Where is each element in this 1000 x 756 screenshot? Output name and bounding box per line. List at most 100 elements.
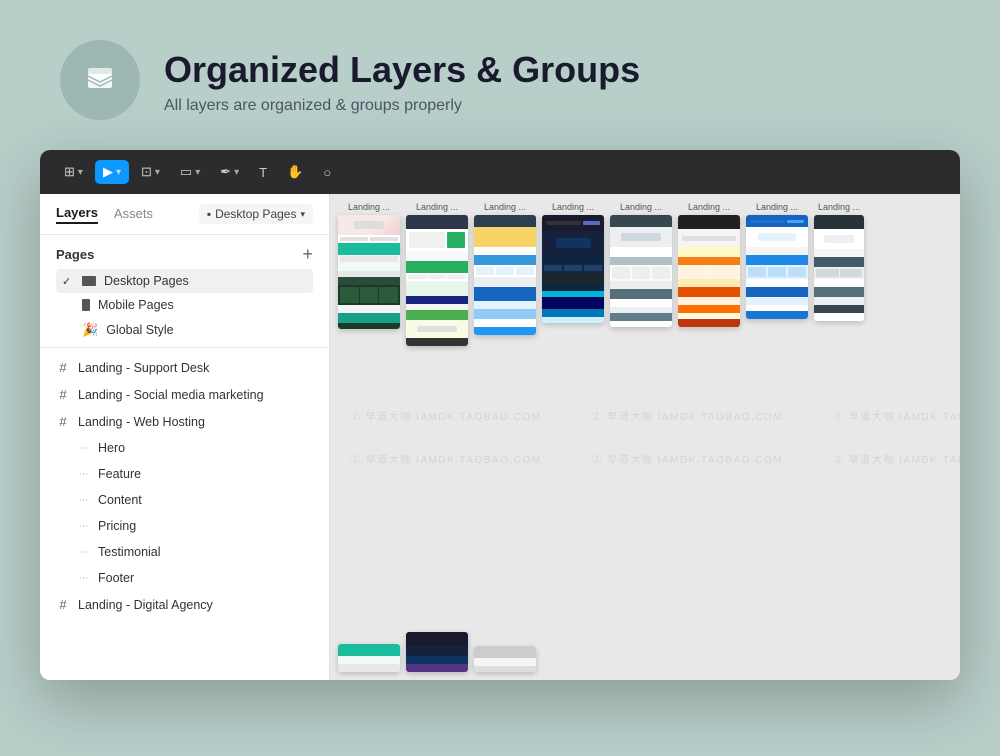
layer-feature-label: Feature	[98, 467, 141, 481]
layer-hero-label: Hero	[98, 441, 125, 455]
layer-social-media-label: Landing - Social media marketing	[78, 388, 264, 402]
thumb-label-2: Landing ...	[416, 202, 458, 212]
thumb-label-8: Landing ...	[818, 202, 860, 212]
page-item-mobile-label: Mobile Pages	[98, 298, 174, 312]
hash-icon-3: #	[56, 414, 70, 429]
layer-hero[interactable]: ⋯ Hero	[40, 435, 329, 461]
check-icon: ✓	[62, 275, 74, 288]
thumb-col-1: Landing ...	[338, 202, 400, 329]
layer-web-hosting-label: Landing - Web Hosting	[78, 415, 205, 429]
layer-feature[interactable]: ⋯ Feature	[40, 461, 329, 487]
shape-tool-icon: ▭	[180, 164, 192, 180]
layer-web-hosting[interactable]: # Landing - Web Hosting	[40, 408, 329, 435]
monitor-icon: ▪	[207, 207, 211, 221]
thumb-col-5: Landing ...	[610, 202, 672, 327]
layer-footer[interactable]: ⋯ Footer	[40, 565, 329, 591]
pages-label: Pages	[56, 247, 94, 262]
thumb-preview-3	[474, 215, 536, 335]
page-item-global-label: Global Style	[106, 323, 173, 337]
page-item-desktop[interactable]: ✓ Desktop Pages	[56, 269, 313, 293]
left-panel: Layers Assets ▪ Desktop Pages ▾ Pages + …	[40, 194, 330, 680]
hand-tool-icon: ✋	[287, 164, 303, 180]
dots-icon-3: ⋯	[76, 495, 90, 506]
scale-chevron-icon: ▾	[155, 167, 160, 178]
layer-content[interactable]: ⋯ Content	[40, 487, 329, 513]
layer-pricing-label: Pricing	[98, 519, 136, 533]
page-selector-label: Desktop Pages	[215, 207, 296, 221]
logo-icon	[60, 40, 140, 120]
thumb-preview-7	[746, 215, 808, 319]
layer-social-media[interactable]: # Landing - Social media marketing	[40, 381, 329, 408]
tab-assets[interactable]: Assets	[114, 206, 153, 223]
toolbar: ⊞ ▾ ▶ ▾ ⊡ ▾ ▭ ▾ ✒ ▾ T ✋ ○	[40, 150, 960, 194]
layer-pricing[interactable]: ⋯ Pricing	[40, 513, 329, 539]
thumb-col-7: Landing ...	[746, 202, 808, 319]
canvas-area[interactable]: Ⓩ 早道大咖 IAMDK.TAOBAO.COM Ⓩ 早道大咖 IAMDK.TAO…	[330, 194, 960, 680]
layers-icon	[80, 60, 120, 100]
pages-header: Pages +	[56, 245, 313, 263]
watermark-row-2: Ⓩ 早道大咖 IAMDK.TAOBAO.COM Ⓩ 早道大咖 IAMDK.TAO…	[330, 451, 960, 466]
page-item-desktop-label: Desktop Pages	[104, 274, 189, 288]
pen-tool-button[interactable]: ✒ ▾	[212, 160, 247, 184]
thumb-col-4: Landing ...	[542, 202, 604, 323]
party-icon: 🎉	[82, 322, 98, 338]
watermark-text-6: Ⓩ 早道大咖 IAMDK.TAOBAO.COM	[833, 451, 960, 466]
page-item-mobile[interactable]: Mobile Pages	[56, 293, 313, 317]
page-selector-chevron-icon: ▾	[300, 209, 305, 220]
layer-digital-agency[interactable]: # Landing - Digital Agency	[40, 591, 329, 618]
dots-icon-2: ⋯	[76, 469, 90, 480]
move-tool-button[interactable]: ▶ ▾	[95, 160, 129, 184]
watermark-row-1: Ⓩ 早道大咖 IAMDK.TAOBAO.COM Ⓩ 早道大咖 IAMDK.TAO…	[330, 408, 960, 423]
hash-icon-4: #	[56, 597, 70, 612]
thumb-col-2: Landing ...	[406, 202, 468, 346]
thumb-col-3: Landing ...	[474, 202, 536, 335]
pages-section: Pages + ✓ Desktop Pages Mobile Pages	[40, 235, 329, 348]
page-item-global-style[interactable]: 🎉 Global Style	[56, 317, 313, 343]
app-window: ⊞ ▾ ▶ ▾ ⊡ ▾ ▭ ▾ ✒ ▾ T ✋ ○	[40, 150, 960, 680]
tab-layers[interactable]: Layers	[56, 205, 98, 224]
move-tool-icon: ▶	[103, 164, 113, 180]
scale-tool-button[interactable]: ⊡ ▾	[133, 160, 168, 184]
layer-testimonial[interactable]: ⋯ Testimonial	[40, 539, 329, 565]
thumb-label-7: Landing ...	[756, 202, 798, 212]
mobile-thumb-icon	[82, 299, 90, 311]
watermark-text-3: Ⓩ 早道大咖 IAMDK.TAOBAO.COM	[833, 408, 960, 423]
layer-digital-agency-label: Landing - Digital Agency	[78, 598, 213, 612]
comment-tool-button[interactable]: ○	[315, 161, 339, 184]
scale-tool-icon: ⊡	[141, 164, 152, 180]
hash-icon-1: #	[56, 360, 70, 375]
bottom-thumb-2	[406, 632, 468, 672]
frame-tool-button[interactable]: ⊞ ▾	[56, 160, 91, 184]
desktop-thumb-icon	[82, 276, 96, 286]
hash-icon-2: #	[56, 387, 70, 402]
chevron-down-icon: ▾	[78, 167, 83, 178]
thumb-col-6: Landing ...	[678, 202, 740, 327]
hand-tool-button[interactable]: ✋	[279, 160, 311, 184]
thumbnails-row: Landing ...	[338, 202, 956, 346]
watermark-text-1: Ⓩ 早道大咖 IAMDK.TAOBAO.COM	[350, 408, 542, 423]
thumb-label-5: Landing ...	[620, 202, 662, 212]
comment-tool-icon: ○	[323, 165, 331, 180]
thumb-preview-1	[338, 215, 400, 329]
thumb-preview-4	[542, 215, 604, 323]
text-tool-button[interactable]: T	[251, 161, 275, 184]
dots-icon-4: ⋯	[76, 521, 90, 532]
watermark-text-5: Ⓩ 早道大咖 IAMDK.TAOBAO.COM	[592, 451, 784, 466]
shape-chevron-icon: ▾	[195, 167, 200, 178]
layer-support-desk[interactable]: # Landing - Support Desk	[40, 354, 329, 381]
thumb-preview-8	[814, 215, 864, 321]
add-page-button[interactable]: +	[302, 245, 313, 263]
text-tool-icon: T	[259, 165, 267, 180]
thumb-label-3: Landing ...	[484, 202, 526, 212]
pen-chevron-icon: ▾	[234, 167, 239, 178]
move-chevron-icon: ▾	[116, 167, 121, 178]
thumb-col-8: Landing ...	[814, 202, 864, 321]
dots-icon-5: ⋯	[76, 547, 90, 558]
layer-content-label: Content	[98, 493, 142, 507]
thumb-label-6: Landing ...	[688, 202, 730, 212]
layers-list: # Landing - Support Desk # Landing - Soc…	[40, 348, 329, 680]
watermark-text-4: Ⓩ 早道大咖 IAMDK.TAOBAO.COM	[350, 451, 542, 466]
page-selector[interactable]: ▪ Desktop Pages ▾	[199, 204, 313, 224]
thumb-label-4: Landing ...	[552, 202, 594, 212]
shape-tool-button[interactable]: ▭ ▾	[172, 160, 208, 184]
